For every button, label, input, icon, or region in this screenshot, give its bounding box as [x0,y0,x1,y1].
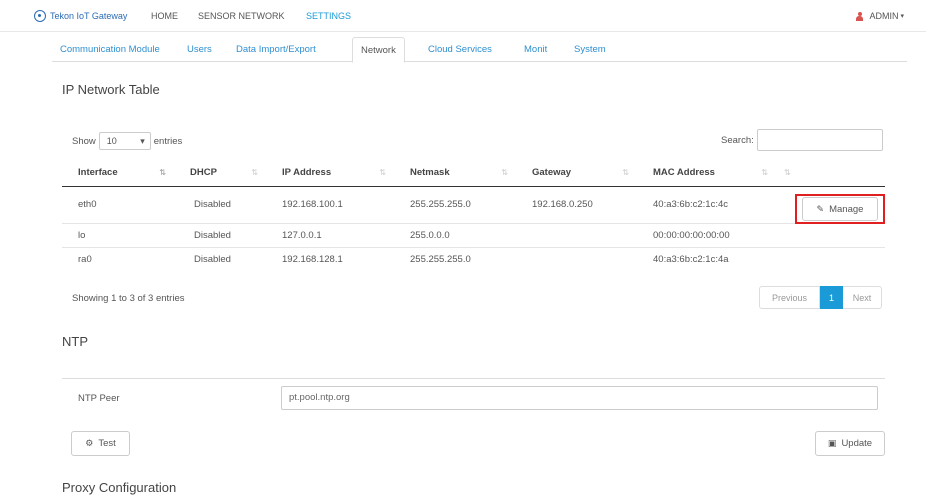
test-label: Test [98,438,116,449]
cell-netmask: 255.0.0.0 [394,222,516,247]
cell-interface: ra0 [62,246,174,271]
proxy-config-title: Proxy Configuration [62,480,177,495]
page-length-value: 10 [106,136,117,146]
page-1-button[interactable]: 1 [820,286,843,309]
update-label: Update [841,438,873,449]
nav-home[interactable]: HOME [151,11,178,21]
col-mac-address[interactable]: MAC Address ⇅ [637,160,776,187]
show-label: Show [72,135,96,147]
save-icon: ▣ [827,438,837,448]
nav-settings[interactable]: SETTINGS [306,11,351,21]
cell-ip: 192.168.100.1 [266,185,394,223]
cell-dhcp: Disabled [174,222,266,247]
user-icon [856,11,864,21]
table-info: Showing 1 to 3 of 3 entries [72,293,185,304]
col-netmask[interactable]: Netmask ⇅ [394,160,516,187]
sort-icon: ⇅ [622,168,629,177]
tab-system[interactable]: System [566,37,614,62]
cell-netmask: 255.255.255.0 [394,246,516,271]
tab-monit[interactable]: Monit [516,37,555,62]
cell-gateway: 192.168.0.250 [516,185,637,223]
ip-table-title: IP Network Table [62,82,160,97]
user-menu[interactable]: ADMIN ▾ [856,11,904,21]
ntp-title: NTP [62,334,88,349]
col-gateway[interactable]: Gateway ⇅ [516,160,637,187]
previous-button[interactable]: Previous [759,286,820,309]
cell-mac: 00:00:00:00:00:00 [637,222,776,247]
page-length-select[interactable]: 10 ▾ [98,132,151,150]
cell-mac: 40:a3:6b:c2:1c:4a [637,246,776,271]
chevron-down-icon: ▾ [900,13,904,20]
col-dhcp[interactable]: DHCP ⇅ [174,160,266,187]
cell-mac: 40:a3:6b:c2:1c:4c [637,185,776,223]
cell-dhcp: Disabled [174,246,266,271]
cell-ip: 127.0.0.1 [266,222,394,247]
col-interface[interactable]: Interface ⇅ [62,160,174,187]
col-actions: ⇅ [776,160,885,187]
search-input[interactable] [756,129,883,151]
cell-gateway [516,246,637,271]
cell-dhcp: Disabled [174,185,266,223]
settings-tabs: Communication Module Users Data Import/E… [52,37,907,63]
tab-cloud-services[interactable]: Cloud Services [420,37,500,62]
highlight-box [795,194,885,224]
brand-name: Tekon IoT Gateway [50,11,128,21]
table-row: lo Disabled 127.0.0.1 255.0.0.0 00:00:00… [62,222,885,247]
table-row: eth0 Disabled 192.168.100.1 255.255.255.… [62,185,885,223]
cell-interface: lo [62,222,174,247]
ntp-peer-input[interactable]: pt.pool.ntp.org [281,386,878,410]
top-navbar: Tekon IoT Gateway HOME SENSOR NETWORK SE… [0,0,926,32]
sort-icon: ⇅ [501,168,508,177]
tab-users[interactable]: Users [179,37,220,62]
ip-network-table: Interface ⇅ DHCP ⇅ IP Address ⇅ Netmask ⇅ Ga… [62,160,885,271]
brand-link[interactable]: Tekon IoT Gateway [34,10,127,22]
tab-communication-module[interactable]: Communication Module [52,37,168,62]
search-label: Search: [721,134,754,146]
col-ip-address[interactable]: IP Address ⇅ [266,160,394,187]
pagination: Previous 1 Next [759,286,882,309]
cell-gateway [516,222,637,247]
sort-icon: ⇅ [761,168,768,177]
cell-actions [776,246,885,271]
sort-asc-icon: ⇅ [159,168,166,177]
next-button[interactable]: Next [843,286,882,309]
gears-icon: ⚙ [85,438,94,448]
cell-ip: 192.168.128.1 [266,246,394,271]
sort-icon: ⇅ [251,168,258,177]
brand-logo-icon [34,10,46,22]
nav-sensor-network[interactable]: SENSOR NETWORK [198,11,285,21]
sort-icon: ⇅ [784,168,791,177]
chevron-down-icon: ▾ [140,135,145,146]
cell-netmask: 255.255.255.0 [394,185,516,223]
table-search: Search: [721,129,883,151]
page-length-control: Show 10 ▾ entries [72,132,182,150]
cell-actions [776,222,885,247]
cell-interface: eth0 [62,185,174,223]
user-name: ADMIN [869,11,899,21]
tab-data-import-export[interactable]: Data Import/Export [228,37,324,62]
tab-network[interactable]: Network [352,37,405,63]
entries-label: entries [153,135,183,147]
update-button[interactable]: ▣ Update [815,431,885,456]
table-row: ra0 Disabled 192.168.128.1 255.255.255.0… [62,246,885,271]
test-button[interactable]: ⚙ Test [71,431,130,456]
sort-icon: ⇅ [379,168,386,177]
ntp-peer-label: NTP Peer [78,393,120,404]
